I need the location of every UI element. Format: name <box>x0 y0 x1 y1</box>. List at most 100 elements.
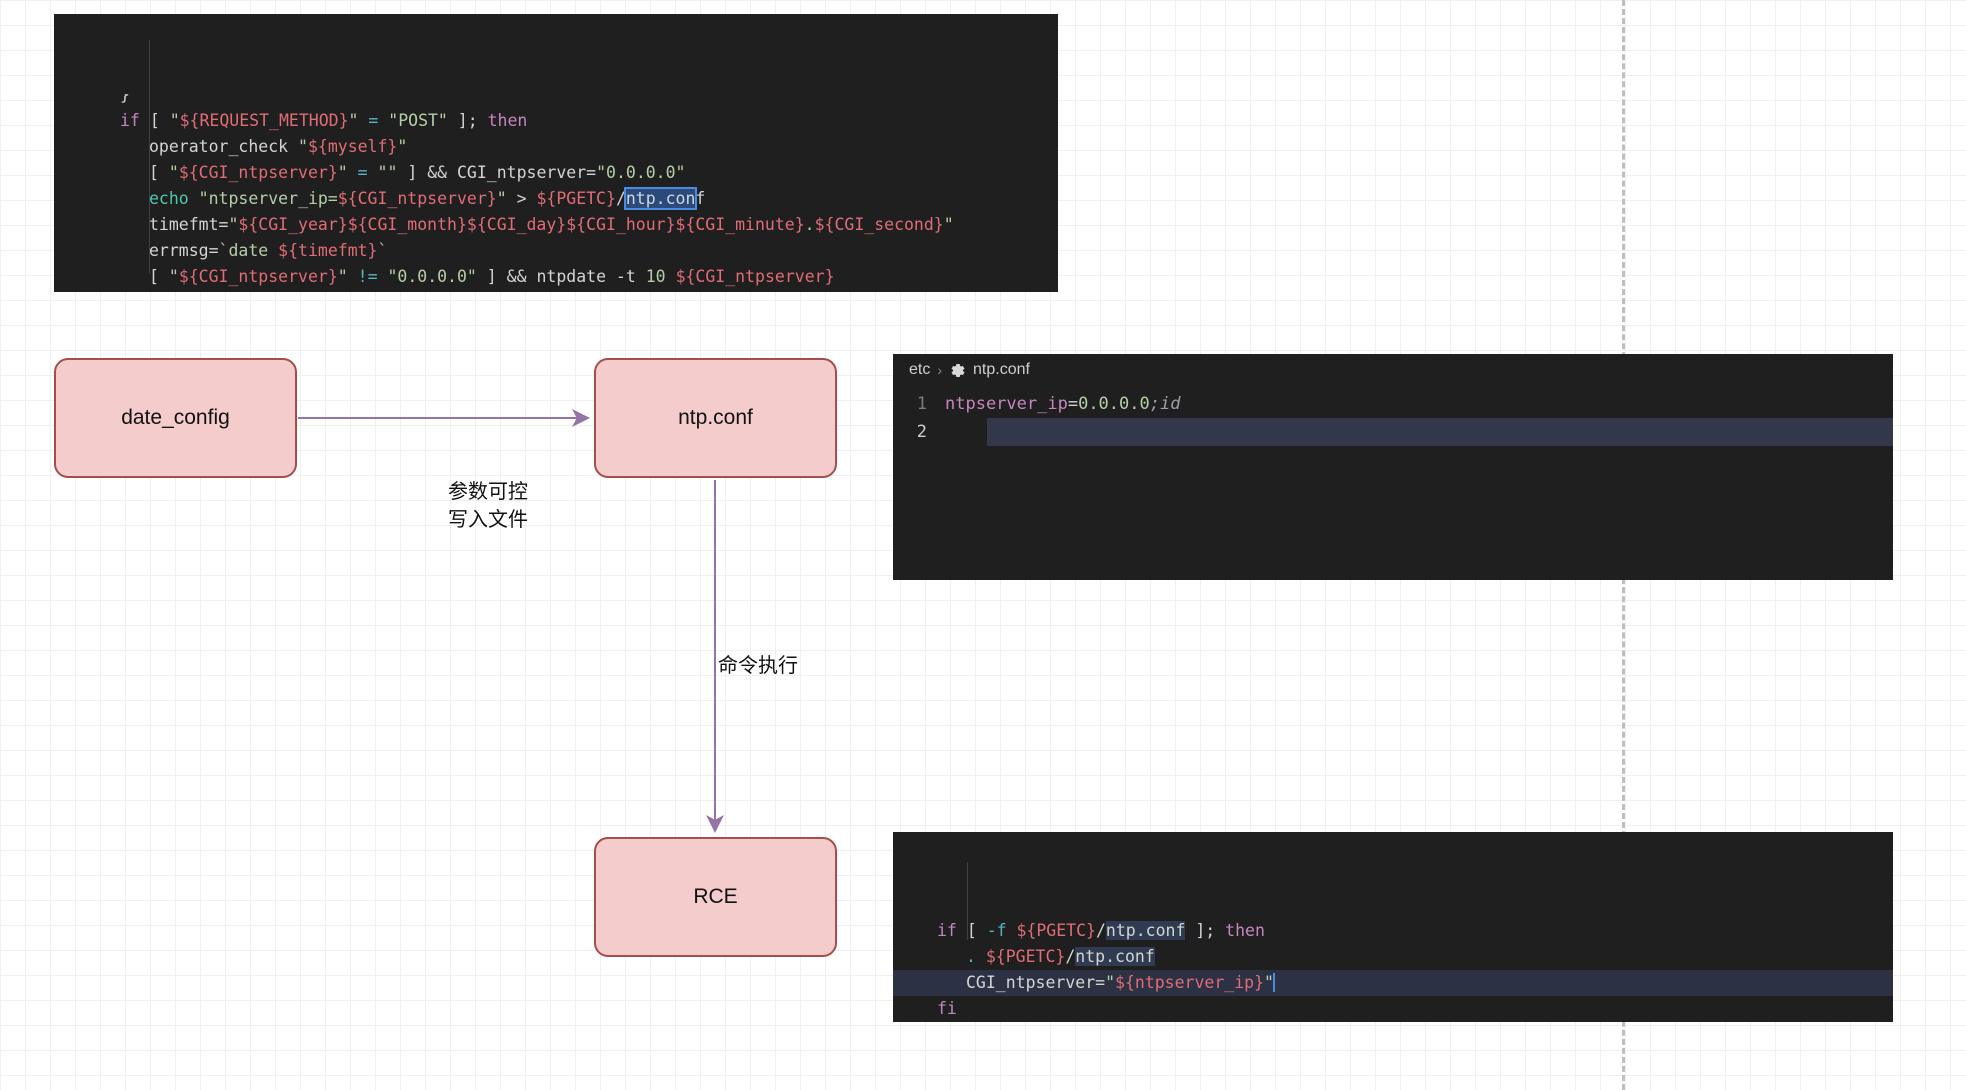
flow-node-ntp-conf[interactable]: ntp.conf <box>594 358 837 478</box>
code-token: ] && CGI_ntpserver= <box>397 163 596 182</box>
code-line: errmsg=`date ${timefmt}` <box>54 238 1058 264</box>
code-token: = <box>1068 394 1078 414</box>
code-token: "" <box>378 163 398 182</box>
code-line-text: if [ "${REQUEST_METHOD}" = "POST" ]; the… <box>120 111 527 130</box>
code-token <box>666 267 676 286</box>
code-token: " <box>397 137 407 156</box>
code-token: -f <box>987 921 1017 940</box>
code-token: "0.0.0.0" <box>387 267 476 286</box>
code-line-text: [ "${CGI_ntpserver}" = "" ] && CGI_ntpse… <box>120 163 685 182</box>
code-block-date-config-cgi[interactable]: } if [ "${REQUEST_METHOD}" = "POST" ]; th… <box>54 14 1058 292</box>
breadcrumb-folder[interactable]: etc <box>909 361 930 379</box>
code-line: if [ "${REQUEST_METHOD}" = "POST" ]; the… <box>54 108 1058 134</box>
code-line: fi <box>893 996 1893 1022</box>
code-token: " <box>298 137 308 156</box>
edge-label-write-file: 参数可控 写入文件 <box>398 478 578 534</box>
code-token: ${CGI_ntpserver} <box>676 267 835 286</box>
code-token: ]; <box>448 111 488 130</box>
editor-line[interactable]: 2 <box>893 418 1893 446</box>
code-token: ${CGI_ntpserver} <box>338 189 497 208</box>
code-token: " <box>228 215 238 234</box>
edge-label-command-exec: 命令执行 <box>718 652 878 680</box>
editor-line[interactable]: 1ntpserver_ip=0.0.0.0;id <box>893 390 1893 418</box>
code-token: operator_check <box>149 137 298 156</box>
code-line-text: [ "${CGI_ntpserver}" != "0.0.0.0" ] && n… <box>120 267 835 286</box>
code-line: echo "ntpserver_ip=${CGI_ntpserver}" > $… <box>54 186 1058 212</box>
active-line-highlight <box>987 418 1893 446</box>
code-line: [ "${CGI_ntpserver}" = "" ] && CGI_ntpse… <box>54 160 1058 186</box>
code-line: second=`date +%S` <box>893 910 1893 918</box>
code-token: ${PGETC} <box>536 189 615 208</box>
selected-text: ntp.con <box>626 189 696 208</box>
code-line: if [ -f ${PGETC}/ntp.conf ]; then <box>893 918 1893 944</box>
code-token: ${CGI_ntpserver} <box>179 267 338 286</box>
code-block-ntp-source[interactable]: second=`date +%S` if [ -f ${PGETC}/ntp.co… <box>893 832 1893 1022</box>
code-token: " <box>169 163 179 182</box>
flow-node-label: RCE <box>693 885 737 909</box>
code-token: " <box>169 267 179 286</box>
line-number: 1 <box>893 390 945 418</box>
line-number: 2 <box>893 418 945 446</box>
code-token: " <box>349 111 359 130</box>
code-line: operator_check "${myself}" <box>54 134 1058 160</box>
flow-node-rce[interactable]: RCE <box>594 837 837 957</box>
code-token: . <box>966 947 986 966</box>
flow-node-label: ntp.conf <box>678 406 753 430</box>
code-token: fi <box>937 999 957 1018</box>
code-token: then <box>1225 921 1265 940</box>
code-token: second=`date +%S` <box>937 910 1106 914</box>
breadcrumb-filename[interactable]: ntp.conf <box>973 361 1030 379</box>
code-token: 10 <box>646 267 666 286</box>
code-line-text: operator_check "${myself}" <box>120 137 407 156</box>
code-token: ${CGI_year}${CGI_month}${CGI_day}${CGI_h… <box>238 215 804 234</box>
code-token: ${timefmt} <box>278 241 377 260</box>
code-token: ${CGI_ntpserver} <box>179 163 338 182</box>
code-line <box>54 290 1058 292</box>
code-line: [ "${CGI_ntpserver}" != "0.0.0.0" ] && n… <box>54 264 1058 290</box>
code-line-text: timefmt="${CGI_year}${CGI_month}${CGI_da… <box>120 215 954 234</box>
occurrence-highlight: ntp.conf <box>1075 947 1154 966</box>
gear-icon <box>949 362 966 379</box>
code-token: ${ntpserver_ip} <box>1115 973 1264 992</box>
code-token: / <box>616 189 626 208</box>
code-token: if <box>937 921 967 940</box>
breadcrumb[interactable]: etc › ntp.conf <box>893 354 1893 386</box>
flow-node-label: date_config <box>121 406 230 430</box>
code-line-text: } <box>120 94 130 104</box>
code-line-text: echo "ntpserver_ip=${CGI_ntpserver}" > $… <box>120 189 705 208</box>
code-token: 0.0.0.0 <box>1078 394 1150 414</box>
code-token: echo <box>149 189 199 208</box>
code-token: [ <box>149 267 169 286</box>
code-token: "POST" <box>388 111 448 130</box>
code-token: CGI_ntpserver= <box>966 973 1105 992</box>
code-token: . <box>805 215 815 234</box>
code-token: / <box>1065 947 1075 966</box>
code-line-text: second=`date +%S` <box>937 910 1106 918</box>
code-token: " <box>338 267 348 286</box>
code-token: " <box>1105 973 1115 992</box>
code-token: > <box>507 189 537 208</box>
code-token: timefmt= <box>149 215 228 234</box>
code-line-text: errmsg=`date ${timefmt}` <box>120 241 387 260</box>
code-token: ${REQUEST_METHOD} <box>180 111 349 130</box>
code-token: [ <box>150 111 170 130</box>
code-line: CGI_ntpserver="${ntpserver_ip}" <box>893 970 1893 996</box>
code-token: "0.0.0.0" <box>596 163 685 182</box>
editor-panel-ntp-conf[interactable]: etc › ntp.conf 1ntpserver_ip=0.0.0.0;id2 <box>893 354 1893 580</box>
code-line-text: if [ -f ${PGETC}/ntp.conf ]; then <box>937 921 1265 940</box>
editor-text-area[interactable]: 1ntpserver_ip=0.0.0.0;id2 <box>893 386 1893 446</box>
code-line: timefmt="${CGI_year}${CGI_month}${CGI_da… <box>54 212 1058 238</box>
code-token: " <box>944 215 954 234</box>
code-token: "ntpserver_ip= <box>199 189 338 208</box>
flow-node-date-config[interactable]: date_config <box>54 358 297 478</box>
code-token: " <box>170 111 180 130</box>
code-token: f <box>695 189 705 208</box>
code-token: } <box>120 94 130 104</box>
code-token: != <box>348 267 388 286</box>
code-token: ] && ntpdate -t <box>477 267 646 286</box>
code-line: } <box>54 94 1058 108</box>
code-token: then <box>488 111 528 130</box>
code-token: if <box>120 111 150 130</box>
code-token: `date <box>219 241 279 260</box>
code-token: [ <box>149 163 169 182</box>
